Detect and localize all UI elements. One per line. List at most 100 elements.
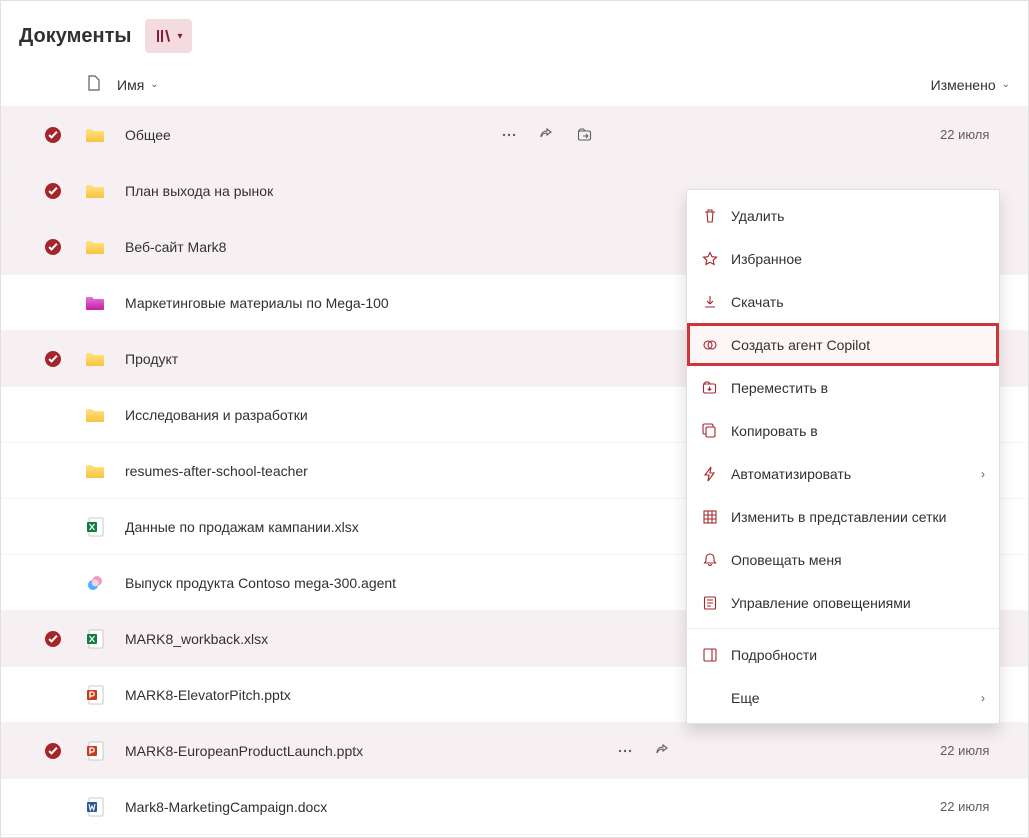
file-type-icon [85,461,105,481]
menu-item-details[interactable]: Подробности [687,633,999,676]
move-to-button[interactable] [571,121,599,149]
more-actions-button[interactable] [495,121,523,149]
library-switcher-button[interactable]: ▾ [145,19,192,53]
grid-icon [701,508,719,526]
menu-item-trash[interactable]: Удалить [687,194,999,237]
file-type-icon [85,293,105,313]
share-button[interactable] [649,737,677,765]
folder-icon [85,239,105,255]
move-icon [701,379,719,397]
file-name[interactable]: MARK8_workback.xlsx [125,631,268,647]
folder-icon [85,183,105,199]
folder-icon [85,407,105,423]
bell-icon [701,551,719,569]
file-row[interactable]: Mark8-MarketingCampaign.docx 22 июля [1,779,1028,835]
chevron-right-icon: › [981,691,985,705]
file-name[interactable]: Исследования и разработки [125,407,308,423]
details-icon [701,646,719,664]
share-button[interactable] [533,121,561,149]
word-icon [86,797,104,817]
menu-item-grid[interactable]: Изменить в представлении сетки [687,495,999,538]
file-name[interactable]: MARK8-ElevatorPitch.pptx [125,687,291,703]
file-type-icon [85,741,105,761]
modified-date: 22 июля [940,127,1010,142]
menu-divider [687,628,999,629]
row-checkmark[interactable] [45,127,61,143]
menu-item-download[interactable]: Скачать [687,280,999,323]
menu-item-bell[interactable]: Оповещать меня [687,538,999,581]
menu-item-label: Еще [731,690,969,706]
menu-item-label: Изменить в представлении сетки [731,509,985,525]
row-actions [611,737,677,765]
column-modified[interactable]: Изменено ⌄ [931,77,1010,93]
file-type-icon [85,125,105,145]
row-checkmark[interactable] [45,183,61,199]
file-name[interactable]: Выпуск продукта Contoso mega-300.agent [125,575,396,591]
file-name[interactable]: Маркетинговые материалы по Mega-100 [125,295,389,311]
chevron-down-icon: ⌄ [1002,79,1010,90]
folder-icon [85,127,105,143]
file-type-icon [85,797,105,817]
file-name[interactable]: Продукт [125,351,178,367]
file-name[interactable]: Веб-сайт Mark8 [125,239,226,255]
chevron-down-icon: ▾ [177,31,182,42]
copy-icon [701,422,719,440]
file-name[interactable]: План выхода на рынок [125,183,273,199]
chevron-right-icon: › [981,467,985,481]
more-actions-button[interactable] [611,737,639,765]
column-header-row: Имя ⌄ Изменено ⌄ [1,63,1028,107]
modified-date: 22 июля [940,799,1010,814]
download-icon [701,293,719,311]
file-type-icon [85,517,105,537]
menu-item-star[interactable]: Избранное [687,237,999,280]
page-header: Документы ▾ [1,1,1028,57]
row-checkmark[interactable] [45,239,61,255]
modified-date: 22 июля [940,743,1010,758]
folder-icon [85,463,105,479]
menu-item-label: Переместить в [731,380,985,396]
row-checkmark[interactable] [45,743,61,759]
menu-item-label: Избранное [731,251,985,267]
library-title: Документы [19,25,131,48]
menu-item-label: Создать агент Copilot [731,337,985,353]
menu-item-copy[interactable]: Копировать в [687,409,999,452]
folder-icon [85,351,105,367]
trash-icon [701,207,719,225]
file-row[interactable]: Общее 22 июля [1,107,1028,163]
menu-item-label: Управление оповещениями [731,595,985,611]
menu-item-move[interactable]: Переместить в [687,366,999,409]
blank-icon [701,689,719,707]
menu-item-copilot[interactable]: Создать агент Copilot [687,323,999,366]
file-name[interactable]: Данные по продажам кампании.xlsx [125,519,359,535]
folder-icon [85,295,105,311]
column-name[interactable]: Имя ⌄ [117,77,159,93]
column-type[interactable] [85,75,101,95]
file-type-icon [85,405,105,425]
excel-icon [86,517,104,537]
copilot-icon [701,336,719,354]
menu-item-more[interactable]: Еще › [687,676,999,719]
row-checkmark[interactable] [45,631,61,647]
menu-item-automate[interactable]: Автоматизировать› [687,452,999,495]
file-type-icon [85,349,105,369]
automate-icon [701,465,719,483]
context-menu: Удалить Избранное Скачать Создать агент Cop… [686,189,1000,724]
menu-item-label: Удалить [731,208,985,224]
chevron-down-icon: ⌄ [150,79,158,90]
excel-icon [86,629,104,649]
menu-item-manage-alerts[interactable]: Управление оповещениями [687,581,999,624]
file-name[interactable]: MARK8-EuropeanProductLaunch.pptx [125,743,363,759]
powerpoint-icon [86,685,104,705]
file-row[interactable]: MARK8-EuropeanProductLaunch.pptx 22 июля [1,723,1028,779]
file-type-icon [85,181,105,201]
powerpoint-icon [86,741,104,761]
menu-item-label: Копировать в [731,423,985,439]
file-name[interactable]: resumes-after-school-teacher [125,463,308,479]
file-type-icon [85,573,105,593]
menu-item-label: Оповещать меня [731,552,985,568]
row-checkmark[interactable] [45,351,61,367]
library-icon [155,28,171,44]
star-icon [701,250,719,268]
file-name[interactable]: Общее [125,127,171,143]
file-name[interactable]: Mark8-MarketingCampaign.docx [125,799,327,815]
